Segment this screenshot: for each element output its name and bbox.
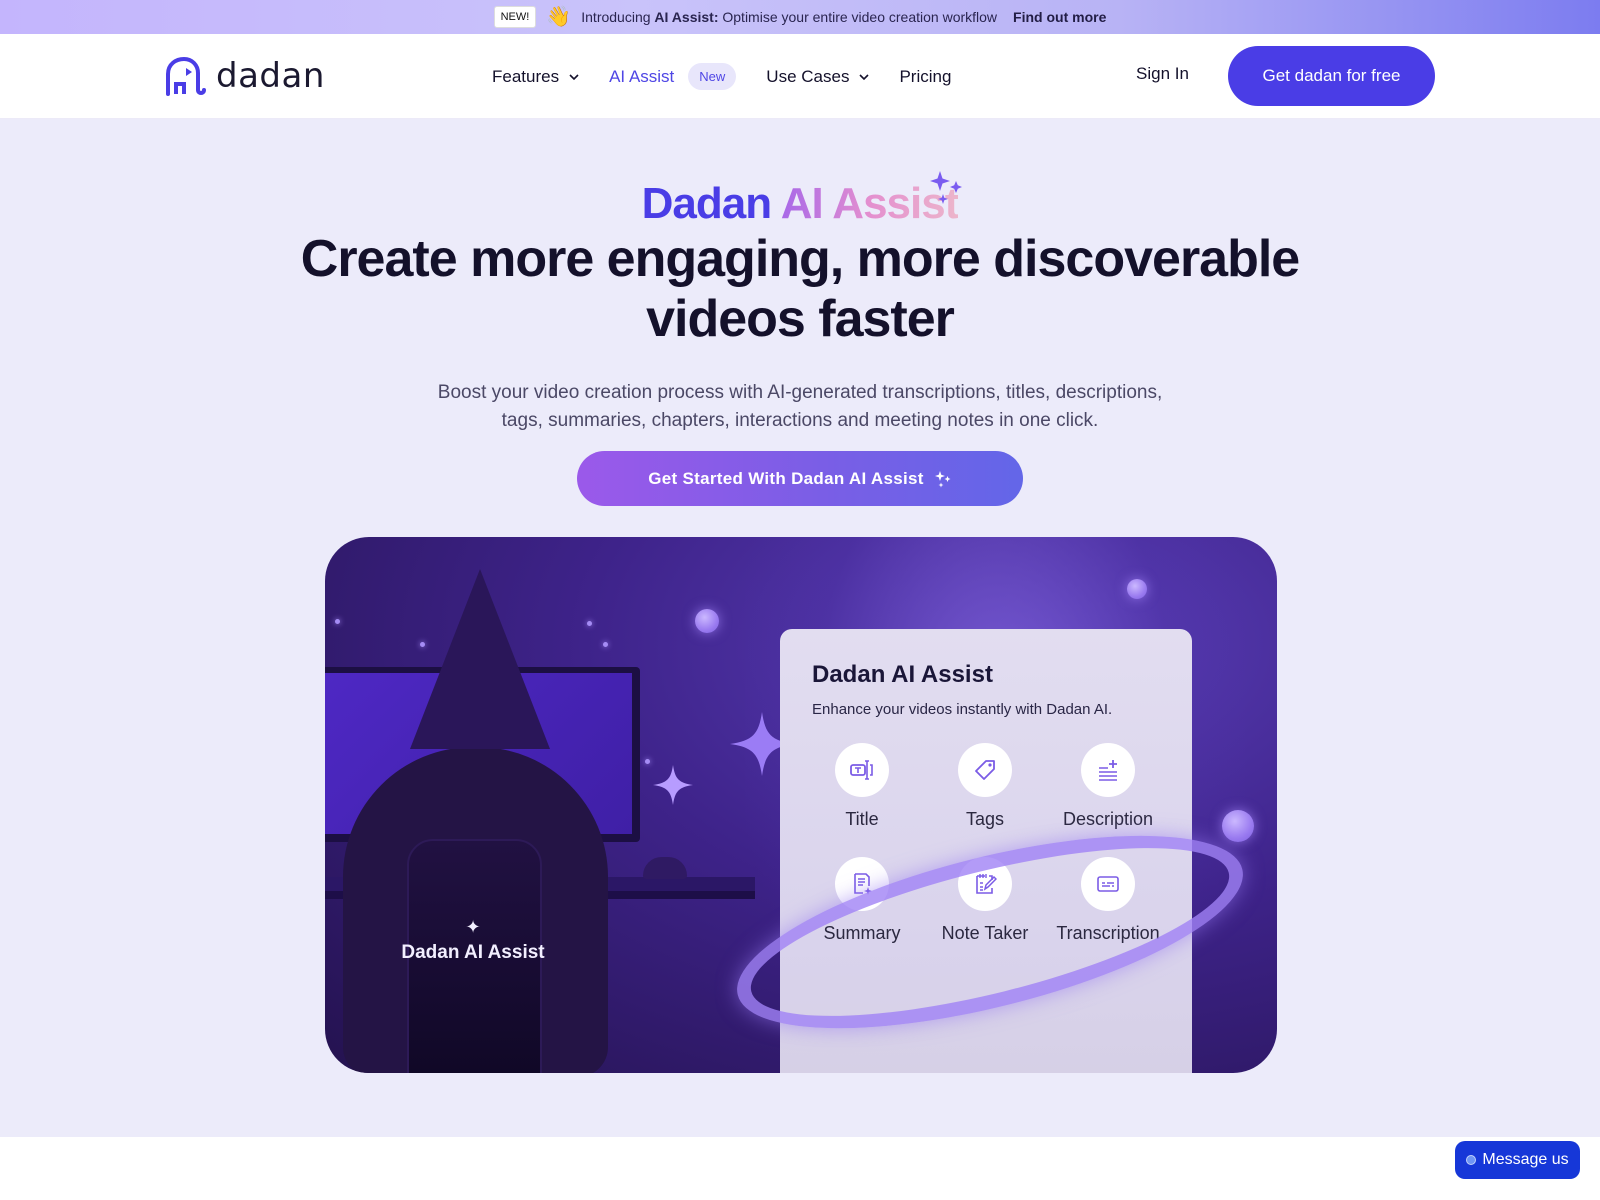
nav-features[interactable]: Features <box>492 67 579 87</box>
new-badge-pill: New <box>688 63 737 90</box>
feature-tags[interactable]: Tags <box>925 743 1045 830</box>
logo[interactable]: dadan <box>164 56 325 96</box>
wizard-hat <box>410 569 550 749</box>
find-out-more-link[interactable]: Find out more <box>1013 9 1106 25</box>
glowing-orb <box>1127 579 1147 599</box>
chevron-down-icon <box>859 73 870 80</box>
site-header: dadan Features AI Assist New Use Cases P… <box>0 34 1600 119</box>
mouse <box>643 857 687 879</box>
nav-pricing[interactable]: Pricing <box>899 67 951 87</box>
announcement-text: Introducing AI Assist: Optimise your ent… <box>581 9 998 25</box>
star-dot <box>335 619 340 624</box>
card-title: Dadan AI Assist <box>812 661 993 688</box>
waving-hand-icon: 👋 <box>546 6 572 28</box>
feature-description[interactable]: Description <box>1048 743 1168 830</box>
star-dot <box>645 759 650 764</box>
sparkles-icon <box>930 171 962 204</box>
description-icon <box>1099 760 1117 781</box>
hero-title: Create more engaging, more discoverable … <box>300 230 1300 348</box>
message-us-button[interactable]: Message us <box>1455 1141 1580 1179</box>
announcement-bar: NEW! 👋 Introducing AI Assist: Optimise y… <box>0 0 1600 34</box>
feature-title[interactable]: Title <box>802 743 922 830</box>
title-icon <box>850 760 873 780</box>
get-dadan-free-button[interactable]: Get dadan for free <box>1228 46 1435 106</box>
star-dot <box>603 642 608 647</box>
illustration-label: ✦ Dadan AI Assist <box>383 917 563 964</box>
hero-illustration: ✦ Dadan AI Assist Dadan AI Assist Enhanc… <box>325 537 1277 1073</box>
chat-status-icon <box>1466 1155 1477 1165</box>
elephant-logo-icon <box>166 56 206 96</box>
glowing-orb <box>695 609 719 633</box>
get-started-ai-assist-button[interactable]: Get Started With Dadan AI Assist <box>577 451 1023 506</box>
nav-use-cases[interactable]: Use Cases <box>766 67 870 87</box>
new-badge: NEW! <box>493 6 537 28</box>
nav-ai-assist[interactable]: AI Assist <box>609 67 674 87</box>
sparkles-icon <box>934 470 951 487</box>
main-nav: Features AI Assist New Use Cases Pricing <box>492 34 981 119</box>
logo-text: dadan <box>216 56 325 96</box>
hero-section: Dadan AI Assist Create more engaging, mo… <box>0 119 1600 1137</box>
next-section <box>0 1137 1600 1200</box>
star-dot <box>587 621 592 626</box>
glowing-orb <box>1222 810 1254 842</box>
chevron-down-icon <box>569 73 579 80</box>
sparkle-icon: ✦ <box>465 917 481 937</box>
tag-icon <box>975 760 995 780</box>
sign-in-link[interactable]: Sign In <box>1136 64 1189 84</box>
hero-kicker: Dadan AI Assist <box>641 179 960 228</box>
sparkle-icon <box>653 765 693 805</box>
hero-subtitle: Boost your video creation process with A… <box>437 382 1163 431</box>
card-subtitle: Enhance your videos instantly with Dadan… <box>812 701 1113 718</box>
